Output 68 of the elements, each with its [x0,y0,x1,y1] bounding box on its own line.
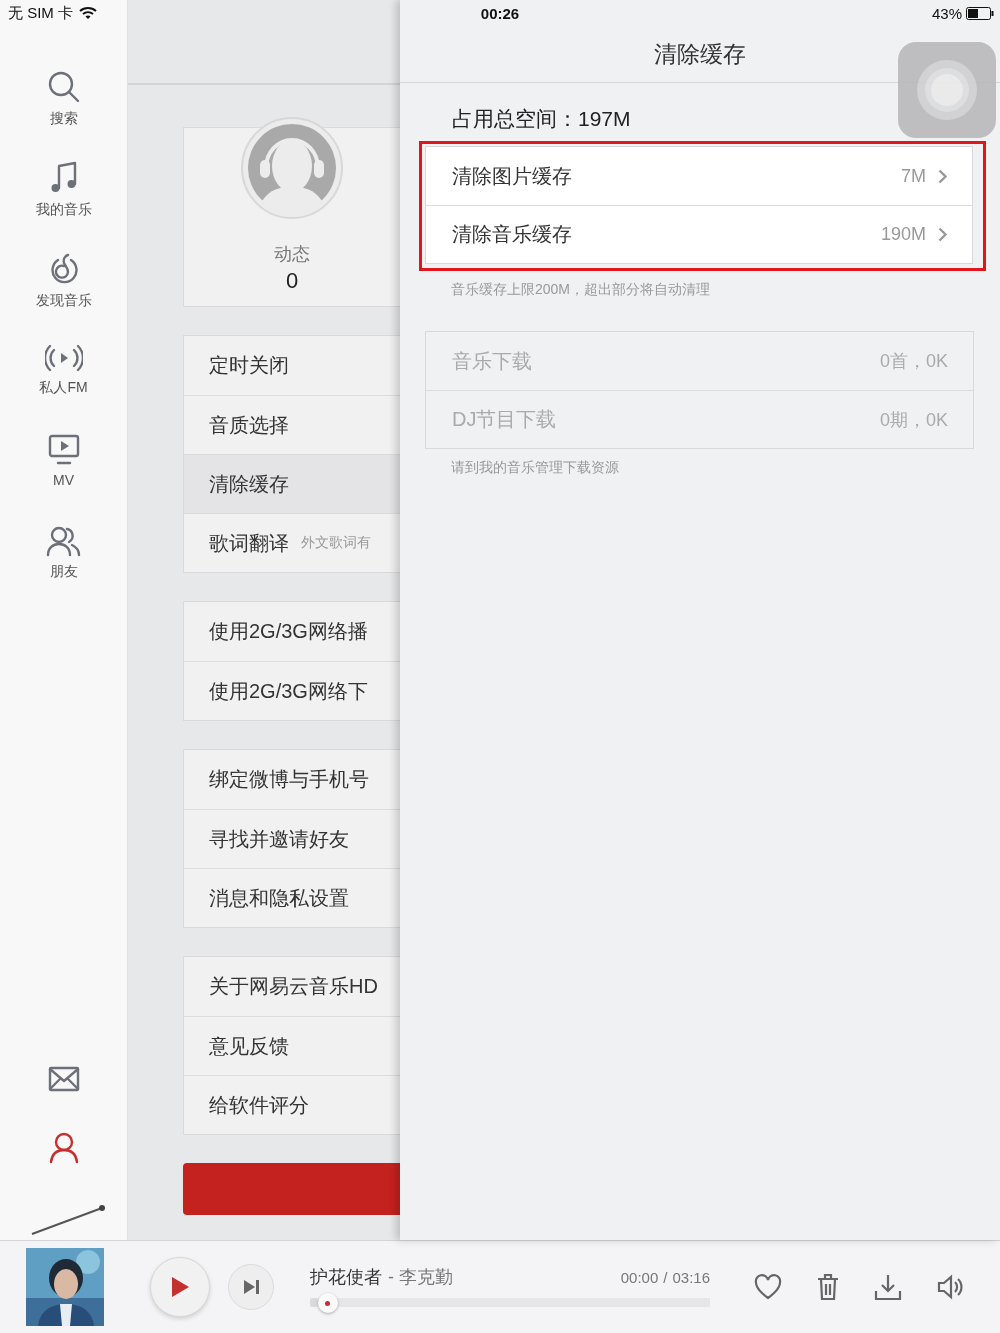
chevron-icon [938,168,947,184]
sidebar-item[interactable]: MV [0,434,127,525]
search-icon [46,70,81,104]
chevron-icon [938,227,947,242]
settings-label: 歌词翻译 [209,530,289,556]
settings-label: 清除缓存 [209,471,289,497]
settings-row[interactable]: 使用2G/3G网络播 [184,602,400,661]
heart-icon[interactable] [754,1274,782,1300]
volume-icon[interactable] [936,1273,964,1301]
download-size: 0期，0K [879,408,948,432]
settings-label: 使用2G/3G网络播 [209,619,368,644]
cache-size: 190M [880,224,926,245]
song-title: 护花使者 [310,1266,382,1289]
wifi-icon [79,6,97,20]
settings-label: 给软件评分 [209,1092,309,1118]
mail-icon[interactable] [47,1066,80,1092]
panel-title: 清除缓存 [654,40,746,69]
settings-row[interactable]: 关于网易云音乐HD [184,957,400,1016]
settings-label: 音质选择 [209,412,289,438]
clock-time: 00:26 [480,4,520,22]
download-label: DJ节目下载 [452,407,558,432]
settings-label: 使用2G/3G网络下 [209,678,368,704]
people-icon [45,525,82,557]
time-separator: / [663,1269,668,1286]
cache-label: 清除音乐缓存 [452,222,573,247]
sidebar-item[interactable]: 搜索 [0,70,127,161]
settings-row[interactable]: 清除缓存 [184,454,400,513]
sidebar-item[interactable]: 我的音乐 [0,161,127,252]
rings-icon [915,58,979,122]
carrier-label: 无 SIM 卡 [8,3,73,23]
play-icon [170,1276,190,1298]
user-icon[interactable] [48,1132,79,1164]
radio-waves-icon [44,343,83,373]
settings-label: 消息和隐私设置 [209,885,349,911]
settings-label: 寻找并邀请好友 [209,826,349,852]
artist-name: - 李克勤 [388,1266,453,1289]
cache-label: 清除图片缓存 [452,163,573,189]
settings-label: 绑定微博与手机号 [209,767,369,792]
sidebar-item[interactable]: 发现音乐 [0,252,127,343]
download-label: 音乐下载 [452,348,533,374]
stat-label: 动态 [274,243,310,266]
trash-icon[interactable] [816,1273,840,1301]
battery-icon [966,6,994,20]
settings-row[interactable]: 定时关闭 [184,336,400,395]
cache-row[interactable]: 清除音乐缓存 190M [426,205,972,263]
stat-value: 0 [285,268,299,294]
duration-time: 03:16 [672,1269,710,1286]
total-space-label: 占用总空间：197M [452,106,631,132]
next-track-button[interactable] [228,1264,274,1310]
cache-row[interactable]: 清除图片缓存 7M [426,147,972,205]
sidebar-item[interactable]: 私人FM [0,343,127,434]
cache-note: 音乐缓存上限200M，超出部分将自动清理 [450,280,712,299]
next-icon [242,1279,260,1295]
settings-label: 关于网易云音乐HD [209,974,378,999]
sidebar-item[interactable]: 朋友 [0,525,127,616]
cache-size: 7M [901,165,926,187]
settings-label: 意见反馈 [209,1033,289,1059]
settings-row[interactable]: 绑定微博与手机号 [184,750,400,809]
video-screen-icon [47,434,80,466]
settings-label: 定时关闭 [209,353,289,378]
download-note: 请到我的音乐管理下载资源 [450,458,620,477]
download-icon[interactable] [874,1273,902,1301]
play-button[interactable] [150,1257,210,1317]
download-size: 0首，0K [879,350,948,373]
battery-percent: 43% [931,4,962,22]
progress-handle[interactable] [317,1293,338,1313]
elapsed-time: 00:00 [620,1269,659,1286]
settings-hint: 外文歌词有 [301,534,371,552]
